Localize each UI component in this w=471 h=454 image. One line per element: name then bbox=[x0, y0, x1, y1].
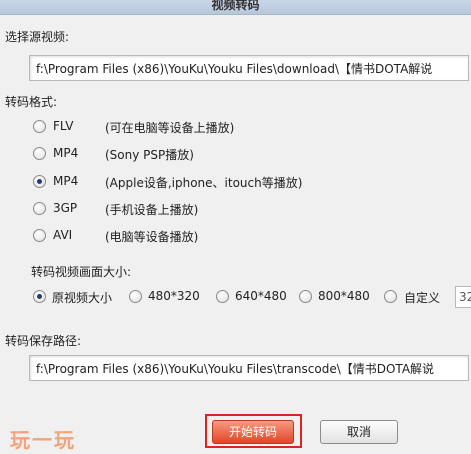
size-name-800x480: 800*480 bbox=[318, 289, 370, 303]
custom-size-input[interactable]: 32 bbox=[455, 286, 471, 308]
output-path-field[interactable]: f:\Program Files (x86)\YouKu\Youku Files… bbox=[29, 355, 469, 381]
size-name-custom: 自定义 bbox=[404, 291, 441, 305]
size-radio-original[interactable] bbox=[33, 290, 46, 303]
source-path-text: f:\Program Files (x86)\YouKu\Youku Files… bbox=[36, 62, 433, 76]
source-path-field[interactable]: f:\Program Files (x86)\YouKu\Youku Files… bbox=[29, 55, 469, 81]
format-name-avi: AVI bbox=[53, 228, 73, 242]
size-radio-800x480[interactable] bbox=[299, 290, 312, 303]
format-desc-3gp: (手机设备上播放) bbox=[105, 203, 199, 217]
format-radio-flv[interactable] bbox=[33, 120, 46, 133]
format-radio-mp4-psp[interactable] bbox=[33, 147, 46, 160]
format-name-flv: FLV bbox=[53, 119, 74, 133]
output-path-text: f:\Program Files (x86)\YouKu\Youku Files… bbox=[36, 362, 435, 376]
custom-size-value: 32 bbox=[459, 290, 471, 304]
title-bar: 视频转码 bbox=[0, 0, 471, 15]
format-radio-avi[interactable] bbox=[33, 229, 46, 242]
format-name-3gp: 3GP bbox=[53, 201, 78, 215]
format-desc-flv: (可在电脑等设备上播放) bbox=[105, 121, 235, 135]
format-radio-mp4-apple[interactable] bbox=[33, 175, 46, 188]
format-label: 转码格式: bbox=[5, 95, 58, 109]
window-title: 视频转码 bbox=[211, 0, 260, 12]
size-radio-custom[interactable] bbox=[384, 290, 397, 303]
size-name-640x480: 640*480 bbox=[235, 289, 287, 303]
size-radio-480x320[interactable] bbox=[129, 290, 142, 303]
format-name-mp4-psp: MP4 bbox=[53, 146, 79, 160]
cancel-button[interactable]: 取消 bbox=[320, 420, 398, 444]
size-name-original: 原视频大小 bbox=[52, 291, 113, 305]
size-name-480x320: 480*320 bbox=[148, 289, 200, 303]
format-desc-mp4-psp: (Sony PSP播放) bbox=[105, 148, 194, 162]
size-label: 转码视频画面大小: bbox=[31, 265, 132, 279]
size-radio-640x480[interactable] bbox=[216, 290, 229, 303]
format-desc-avi: (电脑等设备播放) bbox=[105, 230, 199, 244]
watermark-logo: 玩一玩 bbox=[10, 428, 76, 452]
output-label: 转码保存路径: bbox=[5, 334, 82, 348]
format-desc-mp4-apple: (Apple设备,iphone、itouch等播放) bbox=[105, 176, 303, 190]
format-name-mp4-apple: MP4 bbox=[53, 174, 79, 188]
source-label: 选择源视频: bbox=[5, 30, 70, 44]
format-radio-3gp[interactable] bbox=[33, 202, 46, 215]
start-transcode-button[interactable]: 开始转码 bbox=[212, 420, 294, 444]
